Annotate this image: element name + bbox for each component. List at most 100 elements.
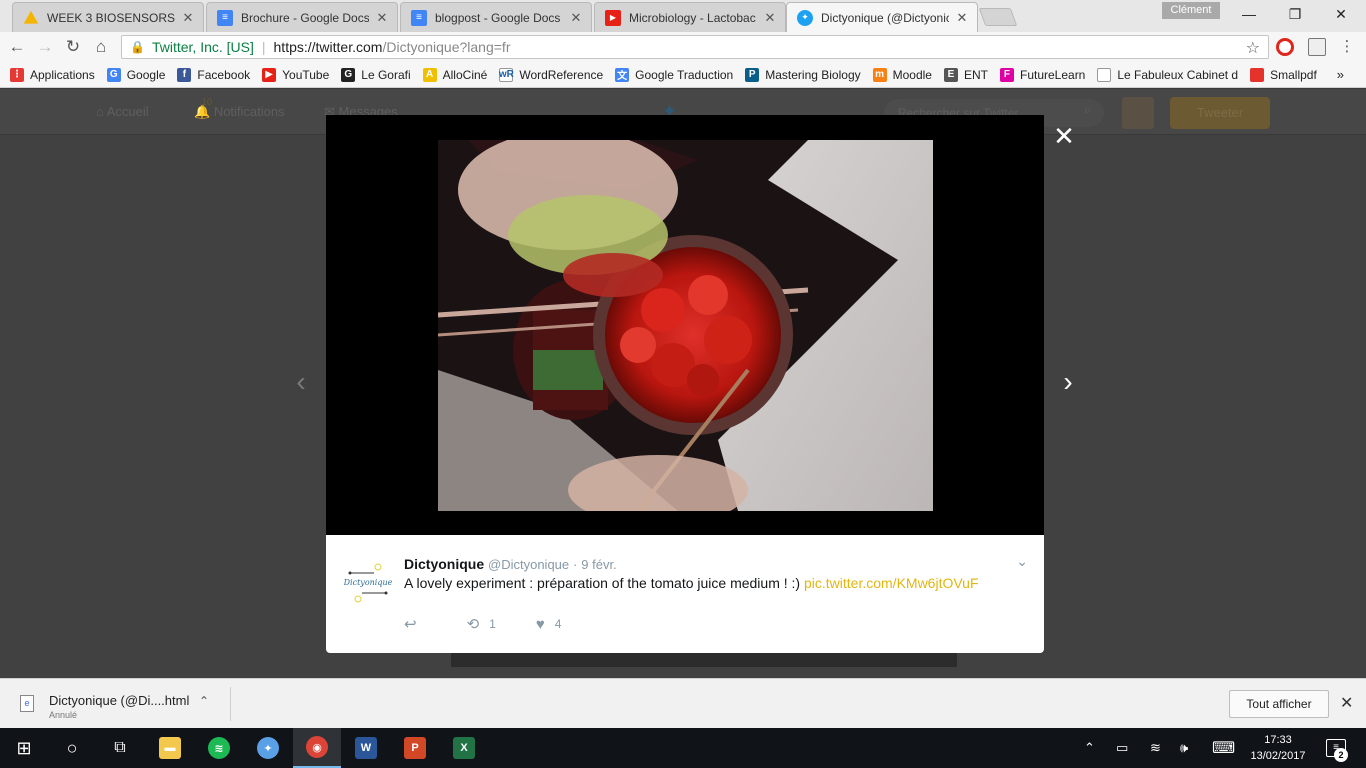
bookmark-star-icon[interactable]: ☆ bbox=[1246, 38, 1260, 58]
tweet-media-link[interactable]: pic.twitter.com/KMw6jtOVuF bbox=[804, 575, 979, 591]
excel-icon: X bbox=[453, 737, 475, 759]
back-icon[interactable]: ← bbox=[6, 37, 28, 57]
tab-label: Brochure - Google Docs bbox=[241, 10, 369, 25]
heart-icon: ♥ bbox=[535, 615, 545, 633]
bookmark-label: Smallpdf bbox=[1270, 67, 1317, 82]
show-all-downloads-button[interactable]: Tout afficher bbox=[1229, 690, 1329, 718]
home-label: Accueil bbox=[106, 104, 149, 119]
taskbar-powerpoint[interactable]: P bbox=[391, 728, 439, 768]
tab-blogpost[interactable]: ≡ blogpost - Google Docs ✕ bbox=[400, 2, 592, 32]
restore-icon[interactable]: ❐ bbox=[1272, 0, 1318, 28]
bookmark-futurelearn[interactable]: F FutureLearn bbox=[999, 67, 1085, 82]
search-icon[interactable]: ⌕ bbox=[1084, 102, 1091, 118]
taskbar-file-explorer[interactable]: ▬ bbox=[146, 728, 194, 768]
battery-icon[interactable]: ▭ bbox=[1116, 740, 1128, 756]
taskbar-safari[interactable]: ✦ bbox=[244, 728, 292, 768]
tweet-date[interactable]: 9 févr. bbox=[581, 557, 616, 572]
like-button[interactable]: ♥ 4 bbox=[536, 616, 562, 633]
start-button[interactable]: ⊞ bbox=[0, 728, 48, 768]
taskbar-chrome[interactable]: ◉ bbox=[293, 728, 341, 768]
tweet-author-handle[interactable]: @Dictyonique bbox=[488, 557, 569, 572]
site-identity[interactable]: Twitter, Inc. [US] bbox=[152, 39, 254, 55]
new-tab-button[interactable] bbox=[978, 8, 1018, 26]
bookmarks-bar: ⋮ Applications G Google f Facebook ▶ YouTube G Le… bbox=[0, 62, 1366, 88]
wifi-icon[interactable]: ≋ bbox=[1150, 740, 1161, 756]
bookmark-label: Google bbox=[126, 67, 166, 82]
tab-week3-biosensors[interactable]: WEEK 3 BIOSENSORS - G ✕ bbox=[12, 2, 204, 32]
tweet-author-name[interactable]: Dictyonique bbox=[404, 556, 484, 572]
cortana-icon: ○ bbox=[66, 737, 78, 758]
tab-dictyonique[interactable]: ✦ Dictyonique (@Dictyonic ✕ bbox=[786, 2, 978, 32]
chrome-icon: ◉ bbox=[306, 736, 328, 758]
bookmark-wordreference[interactable]: wR WordReference bbox=[499, 67, 603, 82]
previous-media-icon[interactable]: ‹ bbox=[289, 365, 313, 399]
bookmark-allocine[interactable]: A AlloCiné bbox=[422, 67, 487, 82]
url-path: /Dictyonique?lang=fr bbox=[382, 39, 511, 55]
tab-brochure[interactable]: ≡ Brochure - Google Docs ✕ bbox=[206, 2, 398, 32]
more-bookmarks-icon[interactable]: » bbox=[1337, 67, 1344, 82]
retweet-button[interactable]: ⟲ 1 bbox=[467, 615, 496, 633]
like-count: 4 bbox=[554, 617, 562, 631]
tweet-photo[interactable] bbox=[438, 140, 933, 511]
bookmark-ent[interactable]: E ENT bbox=[943, 67, 988, 82]
extension-page-icon[interactable] bbox=[1308, 38, 1326, 56]
divider bbox=[230, 687, 231, 721]
bookmark-moodle[interactable]: m Moodle bbox=[872, 67, 932, 82]
twitter-home-link[interactable]: ⌂ Accueil bbox=[96, 104, 149, 119]
reload-icon[interactable]: ↻ bbox=[62, 37, 84, 57]
volume-icon[interactable]: 🕪 bbox=[1180, 740, 1188, 756]
bookmark-gorafi[interactable]: G Le Gorafi bbox=[341, 67, 411, 82]
bookmark-google-translate[interactable]: 文 Google Traduction bbox=[615, 67, 733, 82]
tweet-compose-button[interactable]: Tweeter bbox=[1170, 97, 1270, 129]
google-translate-icon: 文 bbox=[615, 67, 630, 82]
avatar[interactable] bbox=[1122, 97, 1154, 129]
opera-extension-icon[interactable] bbox=[1276, 38, 1294, 56]
close-icon[interactable]: ✕ bbox=[375, 10, 389, 26]
bookmark-youtube[interactable]: ▶ YouTube bbox=[262, 67, 330, 82]
modal-close-icon[interactable]: ✕ bbox=[1050, 121, 1078, 151]
tab-microbiology[interactable]: ▶ Microbiology - Lactobac ✕ bbox=[594, 2, 786, 32]
profile-name[interactable]: Clément bbox=[1162, 2, 1220, 19]
bookmark-smallpdf[interactable]: Smallpdf bbox=[1250, 67, 1317, 82]
menu-icon[interactable]: ⋮ bbox=[1336, 37, 1358, 57]
chevron-up-icon[interactable]: ⌃ bbox=[199, 694, 209, 708]
tab-label: Dictyonique (@Dictyonic bbox=[821, 10, 949, 25]
bookmark-apps-grid[interactable]: ⋮ Applications bbox=[10, 67, 95, 82]
next-media-icon[interactable]: › bbox=[1056, 365, 1080, 399]
address-bar[interactable]: 🔒 Twitter, Inc. [US] | https://twitter.c… bbox=[121, 35, 1269, 59]
retweet-count: 1 bbox=[489, 617, 496, 631]
search-button[interactable]: ○ bbox=[48, 728, 96, 768]
close-icon[interactable]: ✕ bbox=[181, 10, 195, 26]
avatar[interactable]: Dictyonique bbox=[343, 557, 393, 605]
bookmark-label: YouTube bbox=[282, 67, 330, 82]
taskbar-clock[interactable]: 17:33 13/02/2017 bbox=[1248, 732, 1308, 764]
home-icon[interactable]: ⌂ bbox=[90, 37, 112, 57]
file-explorer-icon: ▬ bbox=[159, 737, 181, 759]
minimize-icon[interactable]: — bbox=[1226, 0, 1272, 28]
close-icon[interactable]: ✕ bbox=[569, 10, 583, 26]
tweet-options-chevron-icon[interactable]: ⌄ bbox=[1016, 553, 1028, 570]
close-icon[interactable]: ✕ bbox=[763, 10, 777, 26]
bookmark-page[interactable]: Le Fabuleux Cabinet d bbox=[1097, 67, 1238, 82]
forward-icon[interactable]: → bbox=[34, 37, 56, 57]
taskbar-word[interactable]: W bbox=[342, 728, 390, 768]
tab-strip: WEEK 3 BIOSENSORS - G ✕ ≡ Brochure - Goo… bbox=[0, 0, 1366, 32]
taskbar-excel[interactable]: X bbox=[440, 728, 488, 768]
taskbar-spotify[interactable]: ≋ bbox=[195, 728, 243, 768]
bookmark-google[interactable]: G Google bbox=[106, 67, 166, 82]
close-shelf-icon[interactable]: ✕ bbox=[1340, 693, 1353, 713]
bookmark-mastering[interactable]: P Mastering Biology bbox=[745, 67, 861, 82]
youtube-icon: ▶ bbox=[605, 9, 621, 26]
reply-button[interactable]: ↩ bbox=[404, 615, 427, 633]
tab-label: blogpost - Google Docs bbox=[435, 10, 561, 25]
window-close-icon[interactable]: ✕ bbox=[1318, 0, 1364, 28]
retweet-icon: ⟲ bbox=[466, 616, 480, 633]
close-icon[interactable]: ✕ bbox=[955, 10, 969, 26]
task-view-button[interactable]: ⧉ bbox=[96, 728, 144, 768]
download-status: Annulé bbox=[49, 710, 78, 720]
tray-chevron-icon[interactable]: ⌃ bbox=[1084, 740, 1095, 756]
download-filename[interactable]: Dictyonique (@Di....html bbox=[49, 693, 189, 708]
bookmark-facebook[interactable]: f Facebook bbox=[177, 67, 250, 82]
notifications-badge: 10 bbox=[202, 97, 213, 107]
keyboard-icon[interactable]: ⌨ bbox=[1212, 738, 1235, 758]
